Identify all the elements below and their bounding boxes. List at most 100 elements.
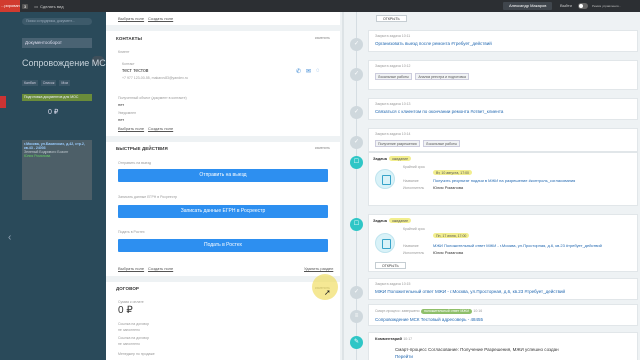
timeline-check-icon: ✓ bbox=[350, 38, 363, 51]
background-page-title: Сопровождение МСК bbox=[22, 58, 111, 68]
assignee-label: Исполнитель bbox=[403, 186, 425, 190]
timeline-item: Закрыта задача 10:12 Локальные работы Ан… bbox=[368, 60, 638, 90]
deadline-badge[interactable]: Пн, 17 июня, 17:00 bbox=[433, 233, 470, 238]
send-visit-button[interactable]: Отправить на выезд bbox=[118, 169, 328, 182]
background-tab: Документооборот bbox=[22, 38, 92, 48]
f3-label: Менеджер по продаже bbox=[118, 352, 155, 356]
deal-fields-column: Выбрать поле Создать поле КОНТАКТЫ измен… bbox=[106, 12, 340, 360]
background-filter: Канбан bbox=[22, 80, 38, 86]
create-field-link[interactable]: Создать поле bbox=[148, 126, 173, 131]
deal-slider-panel: Выбрать поле Создать поле КОНТАКТЫ измен… bbox=[106, 12, 640, 360]
delete-section-link[interactable]: Удалить раздел bbox=[304, 266, 333, 271]
background-filters: Канбан Список Мои bbox=[22, 80, 71, 86]
f1-value: не заполнено bbox=[118, 328, 140, 332]
task-clipboard-icon bbox=[375, 233, 395, 253]
open-button[interactable]: ОТКРЫТЬ bbox=[376, 15, 407, 22]
contact-details: +7 977 123-00-55, makarov83@yandex.ru bbox=[122, 76, 188, 80]
timeline-check-icon: ✓ bbox=[350, 68, 363, 81]
create-field-link[interactable]: Создать поле bbox=[148, 266, 173, 271]
task-card: Задача ожидание Крайний срок Вт, 10 авгу… bbox=[368, 152, 638, 206]
timeline-check-icon: ✓ bbox=[350, 136, 363, 149]
stage-badge: положительный ответ МЖИ bbox=[420, 308, 473, 314]
stage-meta: Смарт-процесс: завершено bbox=[375, 309, 420, 313]
task-clipboard-icon bbox=[375, 169, 395, 189]
task-status-badge: ожидание bbox=[389, 218, 412, 223]
comment-type: Комментарий bbox=[375, 336, 402, 341]
deadline-badge[interactable]: Вт, 10 августа, 17:00 bbox=[433, 170, 473, 175]
section-separator bbox=[106, 276, 340, 282]
actions-edit-link[interactable]: изменить bbox=[315, 146, 330, 150]
task-status-badge: ожидание bbox=[389, 156, 412, 161]
timeline-item: Смарт-процесс: завершено положительный о… bbox=[368, 304, 638, 326]
timeline-item-link[interactable]: Организовать выезд после ремонта #требуе… bbox=[375, 41, 631, 46]
background-marker bbox=[0, 96, 6, 108]
section-separator bbox=[106, 25, 340, 31]
top-bar: ...рирование 3 ▭Сделать вид Александр Ма… bbox=[0, 0, 640, 12]
timeline-item-meta: Закрыта задача 10:11 bbox=[375, 34, 411, 38]
timeline-column: ОТКРЫТЬ ✓ Закрыта задача 10:11 Организов… bbox=[346, 12, 640, 360]
task-card: Задача ожидание Крайний срок Пн, 17 июня… bbox=[368, 214, 638, 272]
counter-badge: 3 bbox=[22, 3, 29, 9]
select-field-link[interactable]: Выбрать поле bbox=[118, 16, 144, 21]
window-icon: ▭ bbox=[34, 3, 39, 9]
mode-label: Режим управления... bbox=[592, 4, 621, 8]
timeline-line bbox=[356, 12, 357, 360]
app-section-label[interactable]: ...рирование bbox=[0, 0, 20, 12]
submit-rostech-button[interactable]: Подать в Ростех bbox=[118, 239, 328, 252]
f2-label: Ссылка на договор bbox=[118, 336, 150, 340]
comment-icon: ✎ bbox=[350, 336, 363, 349]
task-title-link[interactable]: МЖИ Положительный ответ МЖИ - г.Москва, … bbox=[433, 243, 602, 248]
timeline-item-link[interactable]: МЖИ Положительный ответ МЖИ - г.Москва, … bbox=[375, 289, 631, 294]
field2-value: нет bbox=[118, 117, 125, 122]
create-field-link[interactable]: Создать поле bbox=[148, 16, 173, 21]
tag: Локальные работы bbox=[423, 140, 460, 147]
open-task-button[interactable]: ОТКРЫТЬ bbox=[375, 262, 406, 269]
contact-label: Контакт bbox=[122, 62, 135, 66]
sum-value: 0 ₽ bbox=[118, 305, 133, 316]
open-view-link[interactable]: ▭ Сделать вид bbox=[34, 4, 63, 9]
comment-link[interactable]: Перейти bbox=[395, 354, 631, 359]
field1-label: Полученный объект (документ в контакте) bbox=[118, 96, 187, 100]
timeline-tags: Локальные работы Анализ реестра и подгот… bbox=[375, 73, 631, 80]
exit-link[interactable]: Выйти bbox=[560, 2, 572, 10]
timeline-item: Закрыта задача 10:13 Связаться с клиенто… bbox=[368, 98, 638, 120]
background-deal-card: г.Москва, ул.Бакинских, д.42, стр.2, кв.… bbox=[22, 140, 92, 200]
select-field-link[interactable]: Выбрать поле bbox=[118, 266, 144, 271]
stage-link[interactable]: Сопровождение МСК Тестовый адресоверь - … bbox=[375, 317, 483, 322]
phone-icon[interactable]: ✆ bbox=[296, 68, 301, 75]
background-column-header: Подготовка документов для МОС bbox=[22, 94, 92, 101]
timeline-item: Закрыта задача 10:15 МЖИ Положительный о… bbox=[368, 278, 638, 300]
action1-caption: Отправить на выезд bbox=[118, 161, 151, 165]
chevron-left-icon: ‹ bbox=[8, 232, 12, 243]
chat-icon[interactable]: ◌ bbox=[316, 68, 320, 74]
assignee-label: Исполнитель bbox=[403, 251, 425, 255]
background-search: Поиск сотрудника, документ... bbox=[22, 18, 92, 25]
timeline-item-meta: Закрыта задача 10:14 bbox=[375, 132, 411, 136]
f2-value: не заполнено bbox=[118, 342, 140, 346]
contact-name[interactable]: тест тестов bbox=[122, 68, 148, 74]
task-assignee[interactable]: Юлия Романова bbox=[433, 185, 463, 190]
tag: Анализ реестра и подготовка bbox=[415, 73, 469, 80]
mode-toggle[interactable] bbox=[578, 3, 588, 9]
contacts-edit-link[interactable]: изменить bbox=[315, 36, 330, 40]
select-field-link[interactable]: Выбрать поле bbox=[118, 126, 144, 131]
user-menu-button[interactable]: Александр Макаров bbox=[503, 2, 553, 10]
client-label: Клиент bbox=[118, 50, 130, 54]
timeline-item: Закрыта задача 10:11 Организовать выезд … bbox=[368, 30, 638, 52]
tag: Локальные работы bbox=[375, 73, 412, 80]
task-type: Задача bbox=[373, 218, 387, 223]
record-egrn-button[interactable]: Записать данные ЕГРН в Росреестр bbox=[118, 205, 328, 218]
title-label: Название bbox=[403, 244, 419, 248]
deadline-label: Крайний срок bbox=[403, 227, 425, 231]
timeline-item-link[interactable]: Связаться с клиентом по окончании ремонт… bbox=[375, 109, 631, 114]
background-card-address: г.Москва, ул.Бакинских, д.42, стр.2, кв.… bbox=[24, 142, 85, 150]
task-assignee[interactable]: Юлия Романова bbox=[433, 250, 463, 255]
background-column-amount: 0 ₽ bbox=[48, 109, 59, 116]
mail-icon[interactable]: ✉ bbox=[306, 68, 311, 75]
section-separator bbox=[106, 136, 340, 142]
timeline-item-meta: Закрыта задача 10:13 bbox=[375, 102, 411, 106]
field2-label: Уведомлен bbox=[118, 111, 137, 115]
timeline-check-icon: ✓ bbox=[350, 286, 363, 299]
task-title-link[interactable]: Получить результат подачи в МЖИ на разре… bbox=[433, 178, 575, 183]
timeline-item-meta: Закрыта задача 10:12 bbox=[375, 64, 411, 68]
